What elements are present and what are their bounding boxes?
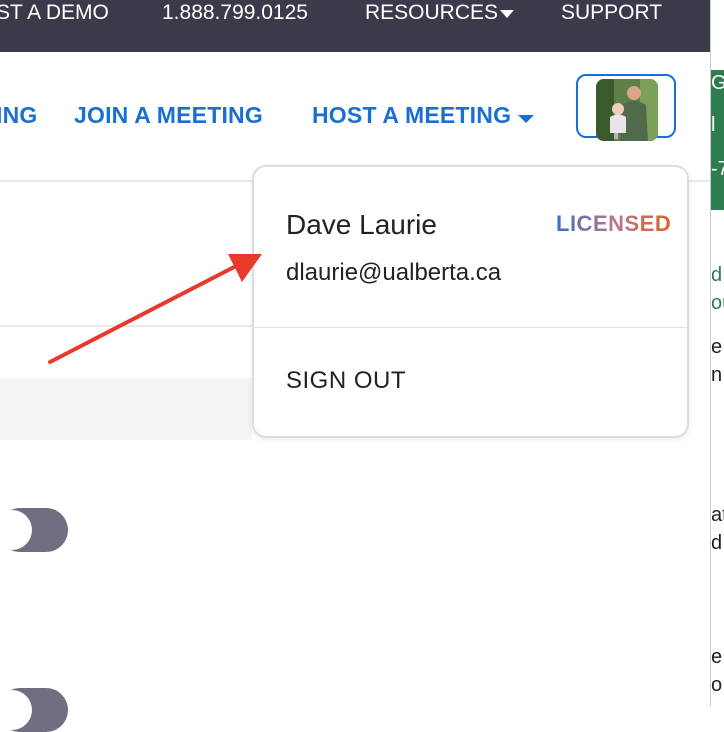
join-meeting-link[interactable]: JOIN A MEETING	[74, 102, 263, 129]
strip-text: at	[711, 504, 724, 526]
section-band	[0, 378, 252, 440]
user-name: Dave Laurie	[286, 209, 437, 240]
avatar-photo-icon	[596, 79, 658, 141]
divider	[254, 327, 687, 328]
strip-text: n	[711, 364, 723, 386]
toggle-knob	[0, 690, 32, 730]
host-meeting-menu[interactable]: HOST A MEETING	[312, 102, 511, 129]
strip-text: d	[711, 264, 723, 286]
strip-text: ou	[711, 292, 724, 314]
strip-text: -7	[711, 158, 724, 180]
chevron-down-icon	[500, 10, 514, 18]
profile-dropdown: Dave Laurie LICENSED dlaurie@ualberta.ca…	[252, 165, 689, 438]
strip-text: d	[711, 532, 723, 554]
top-bar: ST A DEMO 1.888.799.0125 RESOURCES SUPPO…	[0, 0, 710, 52]
setting-toggle[interactable]	[0, 688, 68, 732]
schedule-meeting-link[interactable]: ING	[0, 102, 38, 129]
support-link[interactable]: SUPPORT	[561, 0, 662, 26]
toggle-knob	[0, 510, 32, 550]
strip-text: G	[711, 72, 724, 94]
user-email: dlaurie@ualberta.ca	[286, 259, 502, 286]
resources-menu[interactable]: RESOURCES	[365, 0, 498, 26]
setting-toggle[interactable]	[0, 508, 68, 552]
strip-text: e	[711, 646, 723, 668]
main-nav: ING JOIN A MEETING HOST A MEETING	[0, 52, 710, 182]
chevron-down-icon	[518, 115, 534, 123]
strip-text: l	[711, 114, 716, 136]
profile-button[interactable]	[576, 74, 676, 141]
request-demo-link[interactable]: ST A DEMO	[0, 0, 109, 26]
sign-out-button[interactable]: SIGN OUT	[286, 367, 406, 395]
strip-text: e	[711, 336, 723, 358]
avatar	[596, 79, 658, 141]
license-badge: LICENSED	[556, 211, 672, 236]
divider	[0, 325, 252, 327]
phone-number-link[interactable]: 1.888.799.0125	[162, 0, 308, 26]
strip-text: o	[711, 674, 723, 696]
